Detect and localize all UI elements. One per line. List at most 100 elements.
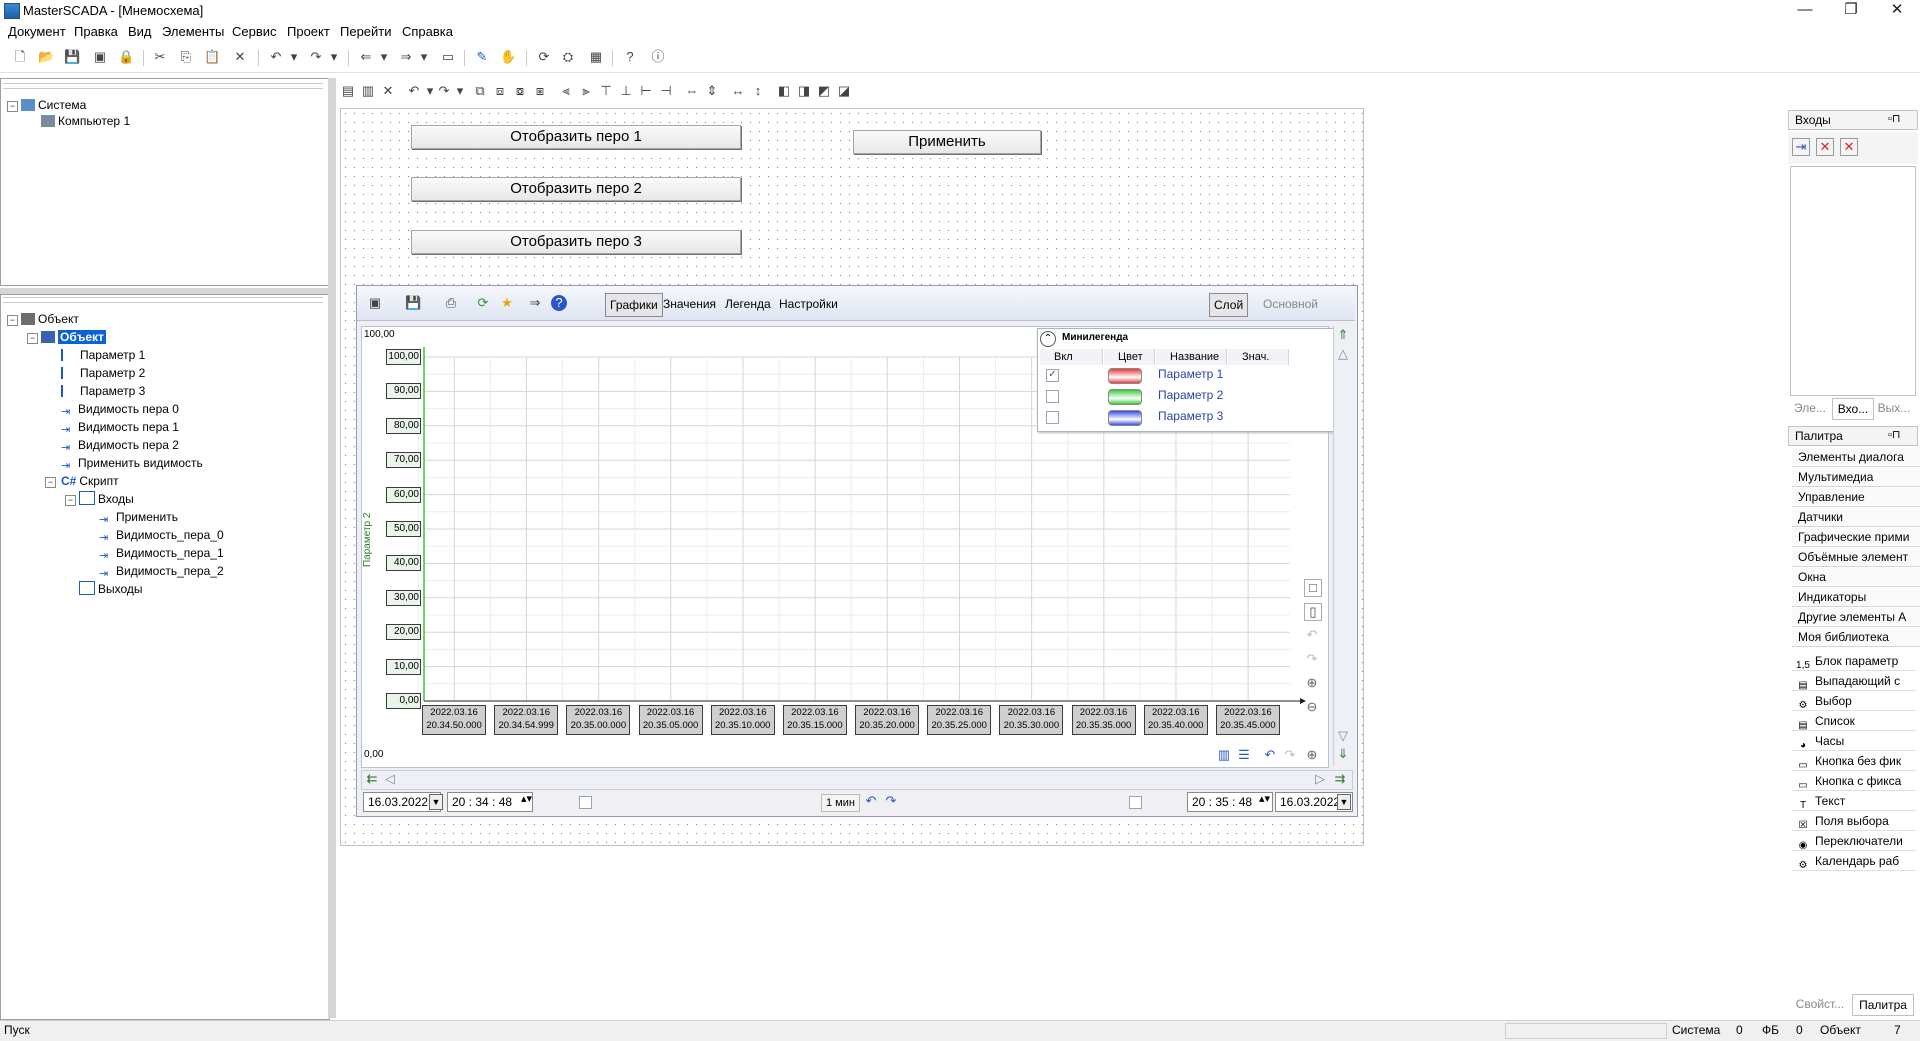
tree-item-outputs[interactable]: Выходы	[79, 581, 143, 597]
menu-edit[interactable]: Правка	[74, 24, 118, 39]
zoom-in-icon[interactable]: ⊕	[1304, 675, 1320, 691]
tab-settings[interactable]: Настройки	[775, 293, 842, 315]
new-icon[interactable]: 🗋	[12, 49, 28, 65]
bar-view-icon[interactable]: ▥	[1216, 747, 1232, 763]
scroll-down-icon[interactable]: ▽	[1335, 728, 1351, 744]
tab-palette[interactable]: Палитра	[1852, 994, 1914, 1016]
panel-pin-icon[interactable]: ▫⊓	[1888, 428, 1900, 441]
expand-toggle[interactable]: −	[7, 101, 18, 112]
refresh-icon[interactable]: ⟳	[475, 295, 491, 311]
tree-item-system[interactable]: Система	[21, 97, 86, 113]
scroll-top-icon[interactable]: ⇑	[1335, 327, 1351, 343]
same-width-icon[interactable]: ⇔	[684, 83, 700, 99]
column-value[interactable]: Знач.	[1228, 349, 1289, 365]
palette-element[interactable]: ▭ Кнопка с фикса	[1792, 772, 1916, 791]
palette-element[interactable]: ◕ Часы	[1792, 732, 1916, 751]
menu-elements[interactable]: Элементы	[162, 24, 224, 39]
ungroup-icon[interactable]: ⧈	[492, 83, 508, 99]
scroll-left-icon[interactable]: ◁	[382, 771, 398, 787]
redo-zoom-icon[interactable]: ↷	[1304, 651, 1320, 667]
date-dropdown-icon[interactable]: ▼	[429, 794, 443, 810]
grid-icon[interactable]: ▦	[588, 49, 604, 65]
tree-item-input-vis-2[interactable]: ⇥ Видимость_пера_2	[99, 563, 224, 580]
tree-item-param-2[interactable]: Параметр 2	[61, 365, 145, 381]
window-icon[interactable]: ▭	[440, 49, 456, 65]
tree-item-object-root[interactable]: Объект	[21, 311, 79, 327]
space-h-icon[interactable]: ↔	[730, 83, 746, 99]
zoom-out-icon[interactable]: ⊖	[1304, 699, 1320, 715]
time-spinner-icon[interactable]: ▴▾	[1259, 792, 1270, 805]
menu-goto[interactable]: Перейти	[340, 24, 392, 39]
hand-icon[interactable]: ✋	[500, 49, 516, 65]
help-icon[interactable]: ?	[551, 295, 567, 311]
open-icon[interactable]: 📂	[38, 49, 54, 65]
forward-dropdown-icon[interactable]: ▾	[416, 49, 432, 65]
about-icon[interactable]: ⓘ	[650, 49, 666, 65]
start-checkbox[interactable]	[579, 796, 592, 809]
cut-icon[interactable]: ✂	[152, 49, 168, 65]
tab-properties[interactable]: Свойст...	[1790, 994, 1850, 1014]
group-icon[interactable]: ⧉	[472, 83, 488, 99]
menu-project[interactable]: Проект	[287, 24, 330, 39]
redo-icon[interactable]: ↷	[308, 49, 324, 65]
expand-toggle[interactable]: −	[65, 495, 76, 506]
tree-item-object-selected[interactable]: Объект	[41, 329, 106, 345]
undo-icon[interactable]: ↶	[268, 49, 284, 65]
copy-icon[interactable]: ⎘	[178, 49, 194, 65]
lock-icon[interactable]: 🔒	[118, 49, 134, 65]
align-center-v-icon[interactable]: ⊣	[658, 83, 674, 99]
palette-group[interactable]: Мультимедиа	[1792, 468, 1920, 487]
palette-element[interactable]: T Текст	[1792, 792, 1916, 811]
palette-group[interactable]: Другие элементы А	[1792, 608, 1920, 627]
redo-icon[interactable]: ↷	[436, 83, 452, 99]
save-icon[interactable]: 💾	[405, 295, 421, 311]
menu-help[interactable]: Справка	[402, 24, 453, 39]
delete-icon[interactable]: ✕	[232, 49, 248, 65]
redo-view-icon[interactable]: ↷	[1282, 747, 1298, 763]
date-dropdown-icon[interactable]: ▼	[1337, 794, 1351, 810]
tree-item-script[interactable]: C# Скрипт	[61, 473, 119, 489]
export-icon[interactable]: ⛭	[560, 49, 576, 65]
save-icon[interactable]: 💾	[64, 49, 80, 65]
save-all-icon[interactable]: ▣	[92, 49, 108, 65]
vertical-scrollbar[interactable]: ⇑ △ ▽ ⇓	[1333, 326, 1352, 766]
interval-field[interactable]: 1 мин	[821, 794, 860, 812]
tree-item-input-vis-1[interactable]: ⇥ Видимость_пера_1	[99, 545, 224, 562]
legend-color-swatch[interactable]	[1108, 368, 1142, 384]
undo-zoom-icon[interactable]: ↶	[1304, 627, 1320, 643]
interval-back-icon[interactable]: ↶	[863, 793, 879, 809]
bring-front-icon[interactable]: ◧	[776, 83, 792, 99]
show-pen-2-button[interactable]: Отобразить перо 2	[411, 177, 741, 201]
palette-group[interactable]: Моя библиотека	[1792, 628, 1920, 647]
remove-link-icon[interactable]: ✕	[1816, 138, 1834, 156]
layer-button[interactable]: Слой	[1209, 293, 1249, 317]
link-icon[interactable]: ⇥	[1792, 138, 1810, 156]
expand-toggle[interactable]: −	[45, 477, 56, 488]
forward-one-icon[interactable]: ◩	[816, 83, 832, 99]
expand-toggle[interactable]: −	[7, 315, 18, 326]
expand-toggle[interactable]: −	[27, 333, 38, 344]
redo-dropdown-icon[interactable]: ▾	[452, 83, 468, 99]
forward-icon[interactable]: ⇒	[398, 49, 414, 65]
time-spinner-icon[interactable]: ▴▾	[521, 792, 532, 805]
palette-element[interactable]: ☒ Поля выбора	[1792, 812, 1916, 831]
palette-group[interactable]: Управление	[1792, 488, 1920, 507]
tree-item-visibility-0[interactable]: ⇥ Видимость пера 0	[61, 401, 179, 418]
export-icon[interactable]: ⇒	[527, 295, 543, 311]
tree-item-param-3[interactable]: Параметр 3	[61, 383, 145, 399]
palette-element[interactable]: ▤ Список	[1792, 712, 1916, 731]
apply-button[interactable]: Применить	[853, 130, 1041, 154]
copy-format-icon[interactable]: ▤	[340, 83, 356, 99]
interval-forward-icon[interactable]: ↷	[883, 793, 899, 809]
space-v-icon[interactable]: ↕	[750, 83, 766, 99]
palette-group[interactable]: Датчики	[1792, 508, 1920, 527]
palette-element[interactable]: ⚙ Календарь раб	[1792, 852, 1916, 871]
column-color[interactable]: Цвет	[1104, 349, 1155, 365]
show-pen-3-button[interactable]: Отобразить перо 3	[411, 230, 741, 254]
send-back-icon[interactable]: ◨	[796, 83, 812, 99]
align-center-h-icon[interactable]: ⊢	[638, 83, 654, 99]
palette-element[interactable]: 1,5 Блок параметр	[1792, 652, 1916, 671]
undo-dropdown-icon[interactable]: ▾	[286, 49, 302, 65]
tab-inputs[interactable]: Вхо...	[1832, 398, 1874, 420]
tree-item-input-apply[interactable]: ⇥ Применить	[99, 509, 178, 526]
